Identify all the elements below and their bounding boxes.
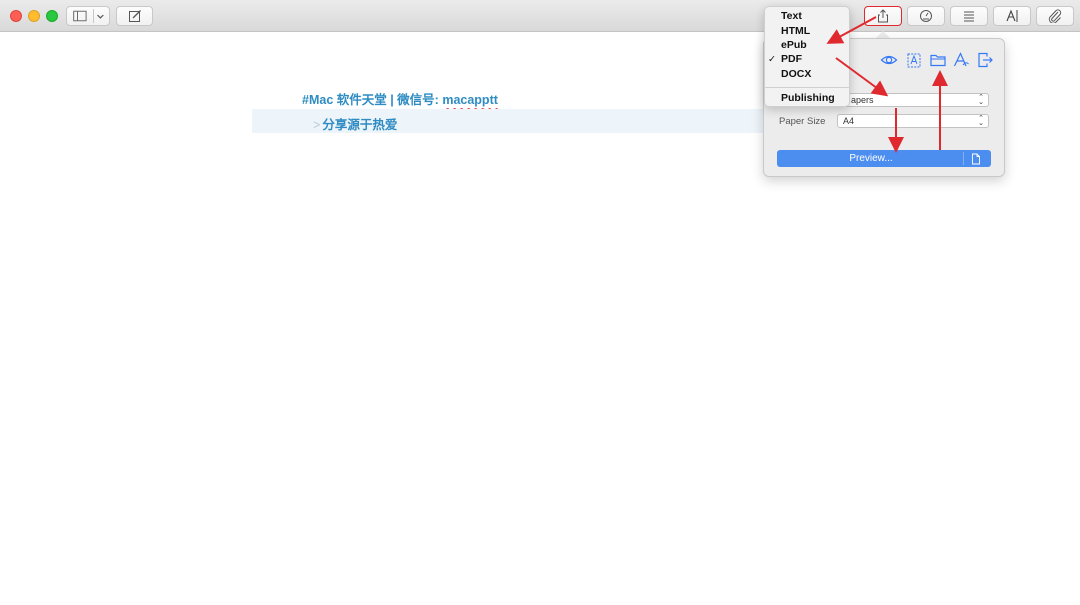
menu-item-text[interactable]: Text — [781, 10, 802, 22]
preview-button-label: Preview... — [849, 153, 893, 164]
sidebar-toggle-button[interactable] — [66, 6, 110, 26]
menu-item-publishing[interactable]: Publishing — [781, 92, 835, 104]
export-icon[interactable] — [976, 51, 994, 69]
quote-marker: > — [313, 118, 321, 132]
paper-size-value: A4 — [843, 116, 855, 126]
popover-arrow — [876, 31, 890, 38]
paperclip-icon — [1048, 9, 1062, 23]
chevron-down-icon — [97, 14, 104, 19]
attach-button[interactable] — [1036, 6, 1074, 26]
quote-line[interactable]: > 分享源于热爱 — [313, 114, 397, 133]
checkmark-icon: ✓ — [768, 54, 776, 65]
share-icon — [878, 9, 888, 23]
note-info-button[interactable] — [907, 6, 945, 26]
updown-chevron-icon: ⌃ ⌄ — [978, 115, 984, 127]
heading-prefix: #Mac 软件天堂 | 微信号: — [302, 93, 443, 107]
paper-size-select[interactable]: A4 ⌃ ⌄ — [837, 114, 989, 128]
paper-size-label: Paper Size — [779, 116, 826, 127]
document-icon[interactable] — [970, 153, 982, 165]
folder-icon[interactable] — [929, 51, 947, 69]
list-icon — [964, 11, 974, 22]
quote-text: 分享源于热爱 — [322, 118, 398, 132]
bear-editor-window: #Mac 软件天堂 | 微信号: macapptt > 分享源于热爱 apers … — [0, 0, 1080, 605]
theme-select[interactable]: apers ⌃ ⌄ — [837, 93, 989, 107]
font-icon — [1006, 9, 1018, 22]
heading-handle: macapptt — [442, 93, 498, 107]
note-heading[interactable]: #Mac 软件天堂 | 微信号: macapptt — [302, 89, 498, 108]
new-note-button[interactable] — [116, 6, 153, 26]
compose-icon — [128, 10, 141, 22]
toolbar — [0, 0, 1080, 32]
sidebar-icon — [73, 10, 104, 22]
menu-item-docx[interactable]: DOCX — [781, 68, 811, 80]
menu-item-html[interactable]: HTML — [781, 25, 810, 37]
menu-item-epub[interactable]: ePub — [781, 39, 807, 51]
stats-icon — [920, 10, 932, 22]
font-style-icon[interactable] — [952, 51, 970, 69]
close-window-button[interactable] — [10, 10, 22, 22]
toc-button[interactable] — [950, 6, 988, 26]
updown-chevron-icon: ⌃ ⌄ — [978, 94, 984, 106]
preview-button[interactable]: Preview... — [777, 150, 991, 167]
eye-icon[interactable] — [880, 51, 898, 69]
menu-separator — [764, 87, 850, 88]
zoom-window-button[interactable] — [46, 10, 58, 22]
text-box-icon[interactable] — [905, 51, 923, 69]
theme-select-value: apers — [851, 95, 874, 105]
share-export-button[interactable] — [864, 6, 902, 26]
format-button[interactable] — [993, 6, 1031, 26]
minimize-window-button[interactable] — [28, 10, 40, 22]
menu-item-pdf[interactable]: PDF — [781, 53, 802, 65]
